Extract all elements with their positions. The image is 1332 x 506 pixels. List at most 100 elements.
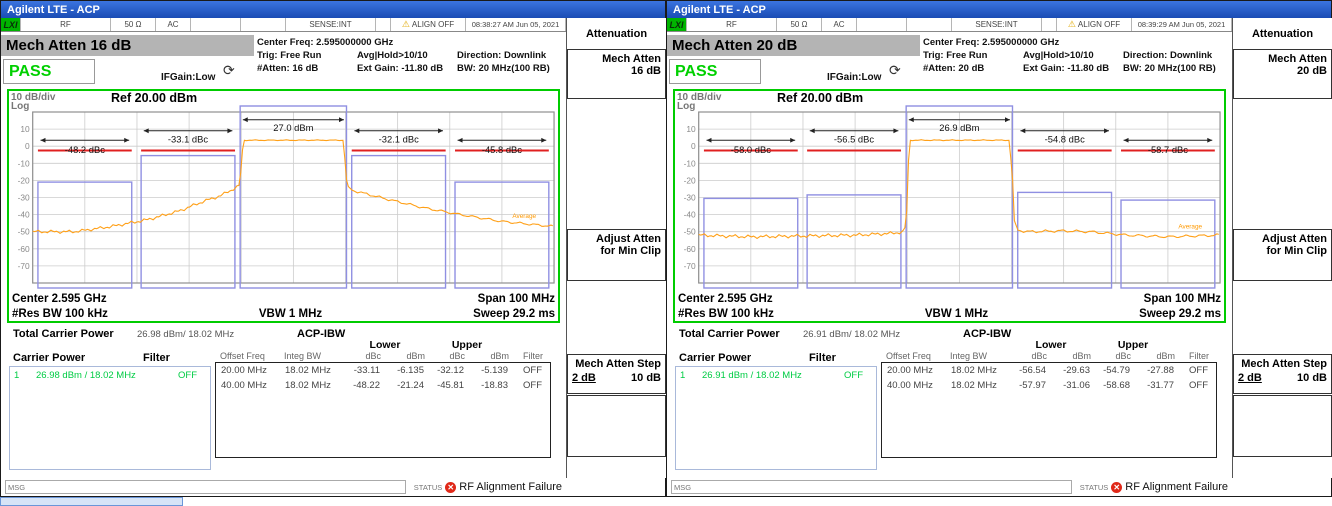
center-freq-readout: Center Freq: 2.595000000 GHz	[923, 36, 1231, 49]
status-strip: LXI RF 50 Ω AC SENSE:INT ⚠ ALIGN OFF 08:…	[1, 18, 566, 32]
step-selected-option[interactable]: 2 dB	[572, 372, 596, 384]
plot-header: 10 dB/div Ref 20.00 dBm	[9, 91, 558, 104]
softkey-blank[interactable]	[567, 395, 666, 457]
softkey-label: Adjust Atten	[572, 233, 661, 245]
carrier-power-column-header: Carrier Power	[13, 352, 85, 364]
step-alt-option[interactable]: 10 dB	[631, 372, 661, 384]
taskbar-fragment[interactable]	[0, 497, 183, 506]
step-alt-option[interactable]: 10 dB	[1297, 372, 1327, 384]
pass-indicator: PASS	[669, 59, 761, 84]
message-bar: MSG STATUS ✕ RF Alignment Failure	[667, 478, 1232, 496]
integ-bw-header: Integ BW	[279, 351, 345, 361]
carrier-filter: OFF	[844, 370, 872, 381]
softkey-mech-atten[interactable]: Mech Atten 20 dB	[1233, 49, 1332, 99]
results-area: Total Carrier Power 26.91 dBm/ 18.02 MHz…	[667, 323, 1232, 477]
mech-atten-banner: Mech Atten 20 dB	[667, 35, 920, 56]
ext-gain-readout: Ext Gain: -11.80 dB	[1023, 62, 1123, 75]
atten-readout: #Atten: 20 dB	[923, 62, 1023, 75]
svg-text:-70: -70	[18, 261, 30, 271]
softkey-value: 20 dB	[1238, 65, 1327, 77]
spectrum-trace-svg: 100-10-20-30-40-50-60-70-58.0 dBc-56.5 d…	[675, 104, 1224, 291]
status-impedance: 50 Ω	[777, 18, 822, 31]
svg-text:-30: -30	[684, 192, 696, 202]
step-selected-option[interactable]: 2 dB	[1238, 372, 1262, 384]
trig-readout: Trig: Free Run	[257, 49, 357, 62]
table-row: 20.00 MHz 18.02 MHz -33.11 -6.135 -32.12…	[216, 363, 550, 378]
status-blank-2	[241, 18, 286, 31]
offset-freq-cell: 40.00 MHz	[216, 378, 280, 393]
lower-dbc-header: dBc	[345, 351, 381, 361]
log-scale-label: Log	[11, 101, 29, 112]
svg-text:10: 10	[20, 124, 30, 134]
upper-dbm-header: dBm	[1131, 351, 1175, 361]
svg-text:0: 0	[691, 141, 696, 151]
if-gain-label: IFGain:Low	[827, 72, 881, 83]
carrier-power-table: 1 26.91 dBm / 18.02 MHz OFF	[675, 366, 877, 470]
svg-text:-60: -60	[684, 244, 696, 254]
svg-text:10: 10	[686, 124, 696, 134]
error-icon: ✕	[1111, 482, 1122, 493]
continuous-sweep-icon: ⟳	[889, 62, 901, 79]
screenshot-stage: Agilent LTE - ACP LXI RF 50 Ω AC SENSE:I…	[0, 0, 1332, 506]
svg-text:-50: -50	[684, 227, 696, 237]
status-align: ⚠ ALIGN OFF	[1057, 18, 1132, 31]
carrier-power-column-header: Carrier Power	[679, 352, 751, 364]
table-row: 20.00 MHz 18.02 MHz -56.54 -29.63 -54.79…	[882, 363, 1216, 378]
status-blank-1	[857, 18, 907, 31]
carrier-filter: OFF	[178, 370, 206, 381]
spectrum-plot: 10 dB/div Ref 20.00 dBm Log 100-10-20-30…	[673, 89, 1226, 323]
window-title: Agilent LTE - ACP	[7, 4, 100, 16]
svg-text:Average: Average	[512, 213, 536, 220]
svg-text:-33.1 dBc: -33.1 dBc	[168, 135, 208, 146]
table-row: 40.00 MHz 18.02 MHz -48.22 -21.24 -45.81…	[216, 378, 550, 393]
integ-bw-header: Integ BW	[945, 351, 1011, 361]
softkey-adjust-atten[interactable]: Adjust Atten for Min Clip	[1233, 229, 1332, 281]
svg-text:26.9 dBm: 26.9 dBm	[939, 123, 979, 134]
softkey-mech-atten[interactable]: Mech Atten 16 dB	[567, 49, 666, 99]
svg-text:-45.8 dBc: -45.8 dBc	[482, 145, 522, 156]
upper-dbm-cell: -5.139	[466, 363, 510, 378]
acp-offset-table: Lower Upper Offset Freq Integ BW dBc dBm…	[215, 339, 551, 458]
svg-text:-54.8 dBc: -54.8 dBc	[1045, 135, 1085, 146]
softkey-adjust-atten[interactable]: Adjust Atten for Min Clip	[567, 229, 666, 281]
status-blank-2	[907, 18, 952, 31]
lower-dbc-cell: -33.11	[346, 363, 382, 378]
upper-dbc-cell: -54.79	[1092, 363, 1132, 378]
svg-text:-40: -40	[684, 210, 696, 220]
direction-readout: Direction: Downlink	[457, 49, 565, 62]
softkey-blank[interactable]	[1233, 395, 1332, 457]
status-datetime: 08:38:27 AM Jun 05, 2021	[466, 18, 566, 31]
integ-bw-cell: 18.02 MHz	[280, 363, 346, 378]
upper-dbc-header: dBc	[425, 351, 465, 361]
softkey-mech-atten-step[interactable]: Mech Atten Step 2 dB 10 dB	[1233, 354, 1332, 394]
status-strip: LXI RF 50 Ω AC SENSE:INT ⚠ ALIGN OFF 08:…	[667, 18, 1232, 32]
svg-text:-58.0 dBc: -58.0 dBc	[731, 145, 771, 156]
window-titlebar: Agilent LTE - ACP	[667, 1, 1331, 18]
span-annotation: Span 100 MHz	[1144, 293, 1221, 305]
integ-bw-cell: 18.02 MHz	[946, 363, 1012, 378]
carrier-power-table: 1 26.98 dBm / 18.02 MHz OFF	[9, 366, 211, 470]
integ-bw-cell: 18.02 MHz	[946, 378, 1012, 393]
vbw-annotation: VBW 1 MHz	[259, 308, 322, 320]
bw-readout: BW: 20 MHz(100 RB)	[1123, 62, 1231, 75]
offset-freq-cell: 20.00 MHz	[216, 363, 280, 378]
softkey-label: for Min Clip	[1238, 245, 1327, 257]
filter-cell: OFF	[1176, 378, 1210, 393]
svg-text:-40: -40	[18, 210, 30, 220]
svg-text:-10: -10	[684, 158, 696, 168]
carrier-index: 1	[14, 370, 36, 381]
softkey-mech-atten-step[interactable]: Mech Atten Step 2 dB 10 dB	[567, 354, 666, 394]
offset-freq-cell: 20.00 MHz	[882, 363, 946, 378]
resbw-annotation: #Res BW 100 kHz	[678, 308, 774, 320]
menu-title: Attenuation	[567, 28, 666, 40]
svg-text:-48.2 dBc: -48.2 dBc	[65, 145, 105, 156]
softkey-label: for Min Clip	[572, 245, 661, 257]
status-sense: SENSE:INT	[952, 18, 1042, 31]
status-group: STATUS ✕ RF Alignment Failure	[1080, 481, 1228, 493]
lower-dbc-cell: -56.54	[1012, 363, 1048, 378]
upper-dbc-cell: -45.81	[426, 378, 466, 393]
acp-table-body: 20.00 MHz 18.02 MHz -56.54 -29.63 -54.79…	[881, 362, 1217, 458]
filter-header: Filter	[1175, 351, 1209, 361]
carrier-row: 1 26.98 dBm / 18.02 MHz OFF	[10, 367, 210, 384]
lxi-badge: LXI	[1, 18, 21, 31]
